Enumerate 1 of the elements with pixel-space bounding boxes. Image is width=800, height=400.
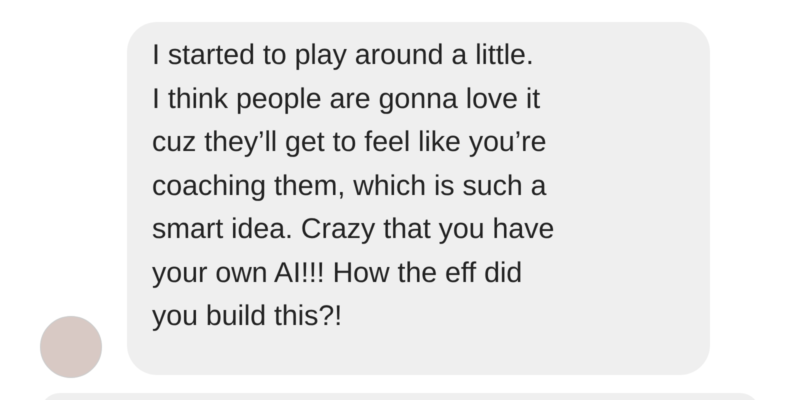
message-text: I started to play around a little. I think people are gonna love it cuz they’ll get to feel like you’re coaching them, which is such a smart idea. Crazy that you have your own AI!!! How the eff did you build this?!	[152, 38, 556, 334]
